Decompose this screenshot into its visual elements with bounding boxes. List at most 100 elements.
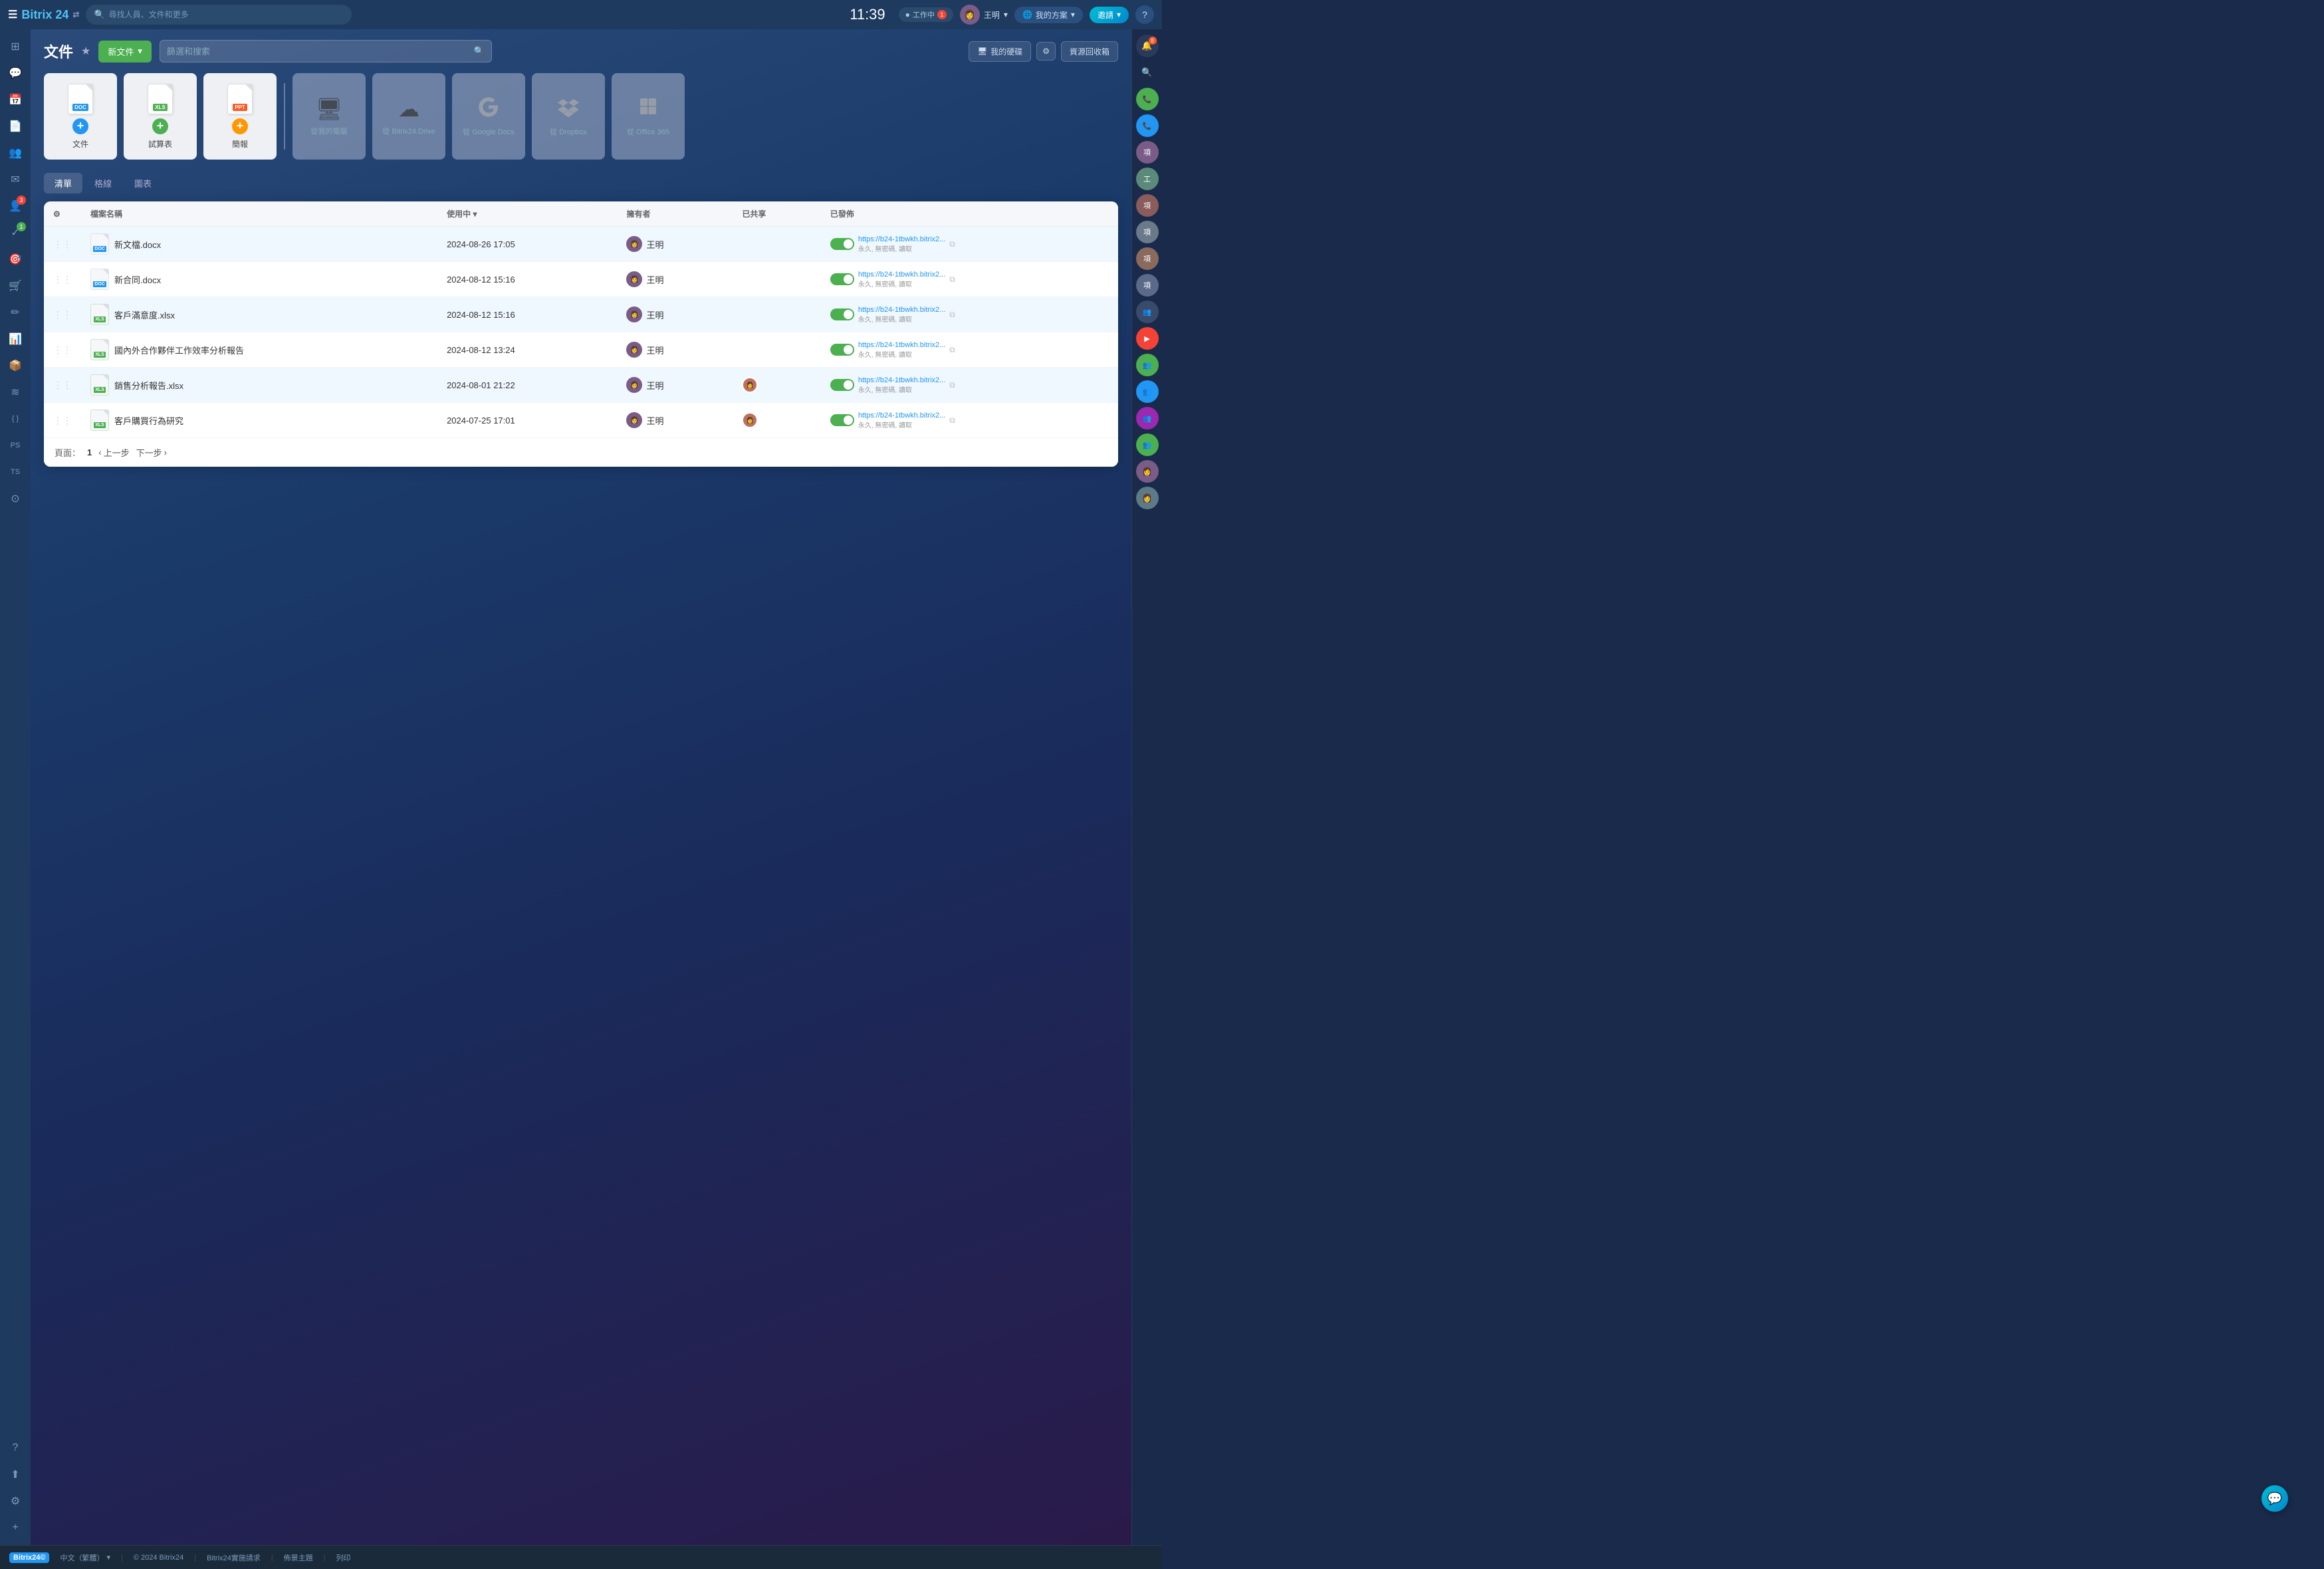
col-filename[interactable]: 檔案名稱 xyxy=(81,201,437,227)
publish-toggle[interactable] xyxy=(830,238,854,250)
right-search-icon[interactable]: 🔍 xyxy=(1136,61,1159,84)
my-drive-button[interactable]: 🖥 我的硬碟 xyxy=(969,41,1031,62)
footer-link-theme[interactable]: 佈景主題 xyxy=(284,1552,313,1563)
row-filename[interactable]: XLS 國內外合作夥伴工作效率分析報告 xyxy=(81,332,437,368)
sidebar-item-ps[interactable]: PS xyxy=(3,433,27,457)
publish-toggle[interactable] xyxy=(830,273,854,285)
row-published[interactable]: https://b24-1tbwkh.bitrix2... 永久, 無密碼, 讀… xyxy=(821,262,1118,297)
from-computer-card[interactable]: 🖥 從我的電腦 xyxy=(292,73,366,160)
sidebar-item-help[interactable]: ? xyxy=(3,1436,27,1460)
publish-toggle[interactable] xyxy=(830,344,854,356)
from-google-docs-card[interactable]: 從 Google Docs xyxy=(452,73,525,160)
my-plan-button[interactable]: 🌐 我的方案 ▾ xyxy=(1014,7,1083,23)
help-button[interactable]: ? xyxy=(1135,5,1154,24)
right-group-icon[interactable]: 👥 xyxy=(1136,301,1159,323)
sidebar-item-settings[interactable]: ⚙ xyxy=(3,1489,27,1513)
row-published[interactable]: https://b24-1tbwkh.bitrix2... 永久, 無密碼, 讀… xyxy=(821,403,1118,438)
right-group5-icon[interactable]: 👥 xyxy=(1136,433,1159,456)
sidebar-item-tasks[interactable]: ✓ 1 xyxy=(3,221,27,245)
sidebar-item-goals[interactable]: 🎯 xyxy=(3,247,27,271)
copy-link-icon[interactable]: ⧉ xyxy=(949,310,955,320)
right-group4-icon[interactable]: 👥 xyxy=(1136,407,1159,429)
favorite-icon[interactable]: ★ xyxy=(81,45,90,58)
right-user-avatar2[interactable]: 👩 xyxy=(1136,487,1159,509)
right-group2-icon[interactable]: 👥 xyxy=(1136,354,1159,376)
sidebar-item-sync[interactable]: ⬆ xyxy=(3,1463,27,1487)
col-used-in[interactable]: 使用中 ▾ xyxy=(437,201,617,227)
sidebar-item-add[interactable]: + xyxy=(3,1516,27,1540)
row-filename[interactable]: DOC 新文檔.docx xyxy=(81,227,437,262)
search-input[interactable] xyxy=(109,10,344,19)
row-filename[interactable]: XLS 銷售分析報告.xlsx xyxy=(81,368,437,403)
col-shared[interactable]: 已共享 xyxy=(733,201,820,227)
sidebar-item-chat[interactable]: 💬 xyxy=(3,61,27,85)
row-published[interactable]: https://b24-1tbwkh.bitrix2... 永久, 無密碼, 讀… xyxy=(821,332,1118,368)
file-search-input[interactable] xyxy=(167,47,474,57)
app-logo[interactable]: ☰ Bitrix 24 ⇄ xyxy=(8,8,79,22)
right-phone2-icon[interactable]: 📞 xyxy=(1136,114,1159,137)
new-document-card[interactable]: DOC + 文件 xyxy=(44,73,117,160)
col-owner[interactable]: 擁有者 xyxy=(617,201,733,227)
row-published[interactable]: https://b24-1tbwkh.bitrix2... 永久, 無密碼, 讀… xyxy=(821,227,1118,262)
sidebar-item-mail[interactable]: ✉ xyxy=(3,168,27,191)
publish-toggle[interactable] xyxy=(830,414,854,426)
sidebar-item-contacts[interactable]: 👥 xyxy=(3,141,27,165)
right-user-avatar[interactable]: 👩 xyxy=(1136,460,1159,483)
sidebar-item-users[interactable]: 👤 3 xyxy=(3,194,27,218)
menu-icon[interactable]: ☰ xyxy=(8,8,17,21)
file-settings-button[interactable]: ⚙ xyxy=(1036,42,1056,60)
footer-link-request[interactable]: Bitrix24實施請求 xyxy=(207,1552,261,1563)
trash-button[interactable]: 資源回收箱 xyxy=(1061,41,1118,62)
user-profile[interactable]: 👩 王明 ▾ xyxy=(960,5,1008,25)
right-avatar3[interactable]: 項 xyxy=(1136,194,1159,217)
sidebar-item-automation[interactable]: ≋ xyxy=(3,380,27,404)
copy-link-icon[interactable]: ⧉ xyxy=(949,275,955,285)
tab-list[interactable]: 清單 xyxy=(44,173,82,193)
copy-link-icon[interactable]: ⧉ xyxy=(949,239,955,249)
sidebar-item-ts[interactable]: TS xyxy=(3,460,27,484)
next-page-button[interactable]: 下一步 › xyxy=(136,446,167,459)
right-avatar6[interactable]: 項 xyxy=(1136,274,1159,297)
tab-grid[interactable]: 格線 xyxy=(84,173,122,193)
right-avatar1[interactable]: 項 xyxy=(1136,141,1159,164)
new-presentation-card[interactable]: PPT + 簡報 xyxy=(203,73,277,160)
prev-page-button[interactable]: ‹ 上一步 xyxy=(98,446,129,459)
row-drag[interactable]: ⋮⋮ xyxy=(44,227,81,262)
row-drag[interactable]: ⋮⋮ xyxy=(44,403,81,438)
from-bitrix-drive-card[interactable]: ☁ 從 Bitrix24.Drive xyxy=(372,73,445,160)
row-filename[interactable]: XLS 客戶滿意度.xlsx xyxy=(81,297,437,332)
sidebar-item-edit[interactable]: ✏ xyxy=(3,301,27,324)
row-published[interactable]: https://b24-1tbwkh.bitrix2... 永久, 無密碼, 讀… xyxy=(821,368,1118,403)
file-search[interactable]: 🔍 xyxy=(160,40,492,62)
invite-button[interactable]: 邀請 ▾ xyxy=(1090,7,1129,23)
row-drag[interactable]: ⋮⋮ xyxy=(44,297,81,332)
work-status[interactable]: ● 工作中 1 xyxy=(899,7,953,22)
sidebar-item-dashboard[interactable]: ⊞ xyxy=(3,35,27,59)
sidebar-item-documents[interactable]: 📄 xyxy=(3,114,27,138)
new-file-button[interactable]: 新文件 ▾ xyxy=(98,41,152,62)
copy-link-icon[interactable]: ⧉ xyxy=(949,345,955,355)
new-spreadsheet-card[interactable]: XLS + 試算表 xyxy=(124,73,197,160)
right-phone-icon[interactable]: 📞 xyxy=(1136,88,1159,110)
right-video-icon[interactable]: ▶ xyxy=(1136,327,1159,350)
refresh-icon[interactable]: ⇄ xyxy=(72,10,79,19)
sidebar-item-analytics[interactable]: 📊 xyxy=(3,327,27,351)
footer-link-print[interactable]: 列印 xyxy=(336,1552,351,1563)
from-dropbox-card[interactable]: 從 Dropbox xyxy=(532,73,605,160)
copy-link-icon[interactable]: ⧉ xyxy=(949,380,955,390)
from-office365-card[interactable]: 從 Office 365 xyxy=(612,73,685,160)
row-drag[interactable]: ⋮⋮ xyxy=(44,262,81,297)
sidebar-item-storage[interactable]: 📦 xyxy=(3,354,27,378)
row-drag[interactable]: ⋮⋮ xyxy=(44,368,81,403)
row-filename[interactable]: XLS 客戶購買行為研究 xyxy=(81,403,437,438)
right-group3-icon[interactable]: 👥 xyxy=(1136,380,1159,403)
global-search[interactable]: 🔍 xyxy=(86,5,352,25)
sidebar-item-shop[interactable]: 🛒 xyxy=(3,274,27,298)
chat-bubble-button[interactable]: 💬 xyxy=(2262,1485,2288,1512)
publish-toggle[interactable] xyxy=(830,308,854,320)
tab-chart[interactable]: 圖表 xyxy=(124,173,162,193)
publish-toggle[interactable] xyxy=(830,379,854,391)
footer-lang[interactable]: 中文（繁體） ▾ xyxy=(60,1552,110,1563)
col-published[interactable]: 已發佈 xyxy=(821,201,1118,227)
right-avatar2[interactable]: 工 xyxy=(1136,168,1159,190)
